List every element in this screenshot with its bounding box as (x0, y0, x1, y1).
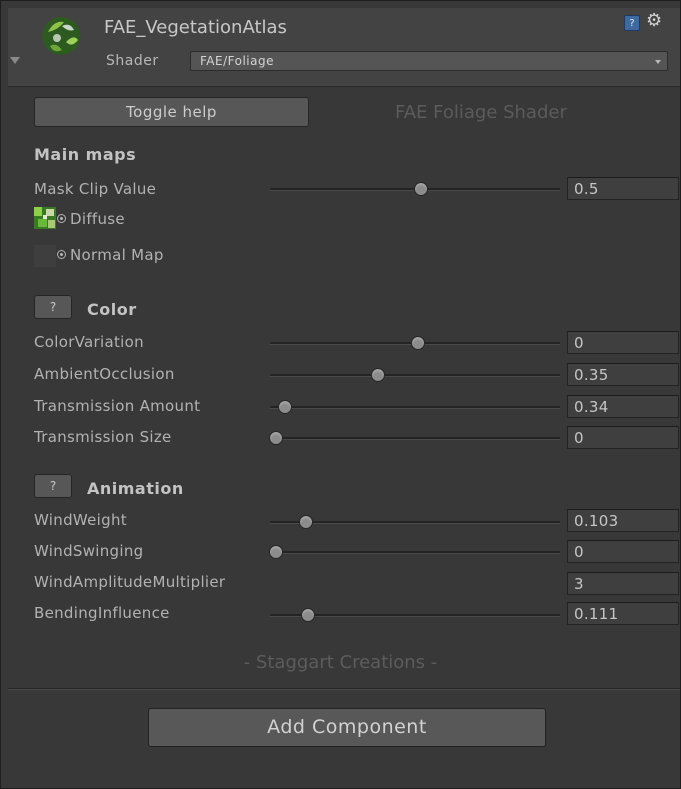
texture-target-icon[interactable] (57, 214, 66, 223)
ambient-occlusion-track[interactable] (270, 374, 560, 377)
mask-clip-slider[interactable] (414, 182, 428, 196)
transmission-size-track[interactable] (270, 437, 560, 440)
chevron-down-icon (655, 60, 661, 64)
color-help-button[interactable]: ? (34, 295, 72, 319)
credit-text: - Staggart Creations - (243, 652, 438, 673)
divider (8, 688, 680, 690)
wind-weight-track[interactable] (270, 521, 560, 524)
animation-help-button[interactable]: ? (34, 474, 72, 498)
target-dot (60, 217, 63, 220)
mask-clip-field[interactable]: 0.5 (567, 177, 679, 200)
transmission-size-label: Transmission Size (34, 428, 172, 446)
transmission-amount-label: Transmission Amount (34, 397, 201, 415)
color-variation-field[interactable]: 0 (567, 331, 679, 354)
diffuse-texture-thumbnail[interactable] (34, 207, 56, 229)
toggle-help-button[interactable]: Toggle help (34, 97, 309, 127)
ambient-occlusion-slider[interactable] (370, 368, 385, 382)
transmission-size-field[interactable]: 0 (567, 426, 679, 449)
transmission-amount-slider[interactable] (277, 400, 292, 414)
normal-map-label: Normal Map (70, 246, 164, 264)
gear-icon[interactable]: ⚙ (646, 10, 662, 31)
wind-weight-label: WindWeight (34, 511, 127, 529)
material-name: FAE_VegetationAtlas (104, 17, 287, 38)
ambient-occlusion-label: AmbientOcclusion (34, 365, 175, 383)
shader-title: FAE Foliage Shader (395, 102, 567, 123)
section-main-maps: Main maps (34, 145, 137, 164)
color-variation-slider[interactable] (411, 336, 426, 350)
add-component-button[interactable]: Add Component (148, 708, 546, 747)
bending-influence-label: BendingInfluence (34, 604, 170, 622)
shader-dropdown-value: FAE/Foliage (200, 54, 274, 68)
transmission-size-slider[interactable] (269, 431, 283, 445)
section-animation: Animation (87, 479, 184, 498)
normal-map-slot[interactable] (34, 245, 56, 267)
target-dot (60, 253, 63, 256)
foldout-arrow-icon[interactable] (10, 57, 20, 64)
transmission-amount-track[interactable] (270, 406, 560, 409)
transmission-amount-field[interactable]: 0.34 (567, 395, 679, 418)
bending-influence-field[interactable]: 0.111 (567, 602, 679, 625)
material-sphere-icon (42, 17, 80, 55)
mask-clip-label: Mask Clip Value (34, 180, 157, 198)
wind-weight-slider[interactable] (298, 515, 313, 529)
color-variation-label: ColorVariation (34, 333, 144, 351)
shader-label: Shader (106, 53, 159, 69)
wind-amplitude-field[interactable]: 3 (567, 572, 679, 595)
wind-amplitude-label: WindAmplitudeMultiplier (34, 573, 226, 591)
help-book-icon[interactable]: ? (624, 15, 640, 31)
wind-swinging-field[interactable]: 0 (567, 540, 679, 563)
wind-swinging-slider[interactable] (269, 545, 283, 559)
texture-target-icon[interactable] (57, 250, 66, 259)
wind-swinging-track[interactable] (270, 551, 560, 554)
section-color: Color (87, 300, 137, 319)
shader-dropdown[interactable]: FAE/Foliage (190, 51, 668, 71)
diffuse-label: Diffuse (70, 210, 125, 228)
ambient-occlusion-field[interactable]: 0.35 (567, 363, 679, 386)
wind-weight-field[interactable]: 0.103 (567, 509, 679, 532)
wind-swinging-label: WindSwinging (34, 542, 144, 560)
